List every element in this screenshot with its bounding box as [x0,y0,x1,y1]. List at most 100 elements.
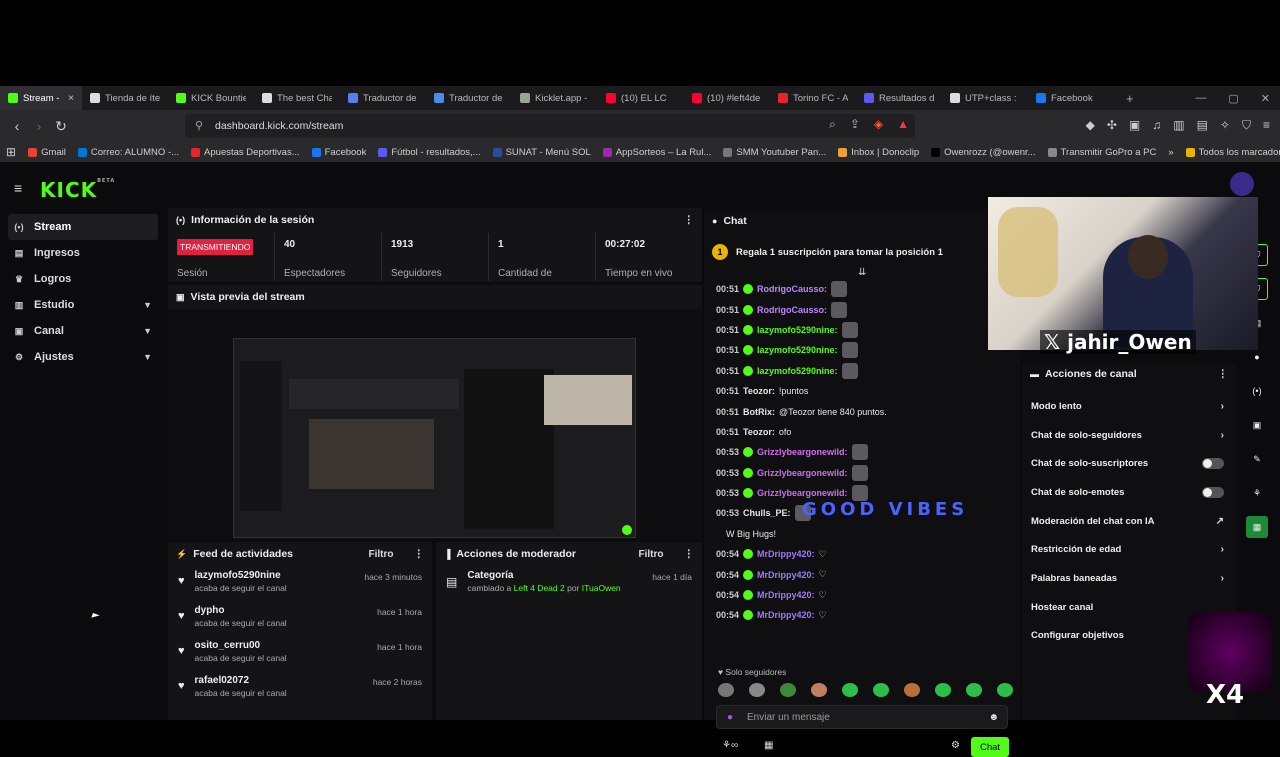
emote-icon[interactable] [749,683,765,697]
sidebar-item-estudio[interactable]: ▥ Estudio ▼ [8,292,158,318]
feed-username[interactable]: osito_cerru00 [195,640,287,651]
store-icon[interactable]: ▦ [764,740,773,751]
music-icon[interactable]: ♫ [1152,118,1161,133]
feed-menu-icon[interactable]: ⋮ [414,548,425,560]
browser-tab[interactable]: Traductor de [426,86,512,110]
feed-username[interactable]: lazymofo5290nine [195,570,287,581]
browser-tab[interactable]: Traductor de [340,86,426,110]
browser-tab[interactable]: UTP+class : [942,86,1028,110]
bookmark-item[interactable]: Transmitir GoPro a PC [1042,147,1163,158]
browser-tab[interactable]: (10) #left4de [684,86,770,110]
chevron-down-icon[interactable]: ▼ [143,352,152,362]
back-icon[interactable]: ‹ [6,118,28,134]
brave-rewards-icon[interactable]: ▲ [897,117,909,132]
chat-tools-icon[interactable]: ⚘∞ [722,740,738,751]
sidebar-item-ajustes[interactable]: ⚙ Ajustes ▼ [8,344,158,370]
bookmark-item[interactable]: Inbox | Donoclip [832,147,925,158]
mod-filter-button[interactable]: Filtro [639,549,664,560]
chevron-down-icon[interactable]: ▼ [143,326,152,336]
chat-username[interactable]: MrDrippy420: [757,549,815,559]
zoom-icon[interactable]: ⌕ [829,117,836,132]
share-icon[interactable]: ⚘ [1246,482,1268,504]
brave-shield-icon[interactable]: ◈ [874,117,883,132]
feed-filter-button[interactable]: Filtro [369,549,394,560]
browser-tab[interactable]: Tienda de íte [82,86,168,110]
browser-tab[interactable]: The best Cha [254,86,340,110]
emote-icon[interactable] [904,683,920,697]
shield-icon[interactable]: ⛉ [1242,118,1251,133]
emote-icon[interactable] [780,683,796,697]
channel-action-item[interactable]: Chat de solo-suscriptores [1022,449,1236,478]
emote-icon[interactable] [811,683,827,697]
close-window-icon[interactable]: ✕ [1261,92,1270,105]
extension-diamond-icon[interactable]: ◆ [1086,118,1095,133]
chat-username[interactable]: Chulls_PE: [743,508,791,518]
hamburger-menu-icon[interactable]: ≡ [14,180,22,196]
minimize-icon[interactable]: — [1195,92,1206,104]
tool-green-icon[interactable]: ▦ [1246,516,1268,538]
wallet-icon[interactable]: ▤ [1197,118,1208,133]
avatar[interactable] [1230,172,1254,196]
new-tab-icon[interactable]: + [1114,91,1146,106]
browser-tab[interactable]: Resultados d [856,86,942,110]
chat-username[interactable]: Teozor: [743,427,775,437]
bookmark-item[interactable]: Apuestas Deportivas... [185,147,306,158]
browser-tab[interactable]: Torino FC - A [770,86,856,110]
mod-item-game[interactable]: Left 4 Dead 2 [514,583,565,593]
extensions-icon[interactable]: ✣ [1107,118,1117,133]
chat-settings-icon[interactable]: ⚙ [951,740,960,751]
bookmarks-more-icon[interactable]: » [1162,147,1179,158]
send-chat-button[interactable]: Chat [971,737,1009,757]
actions-menu-icon[interactable]: ⋮ [1218,368,1229,380]
chat-username[interactable]: Grizzlybeargonewild: [757,488,848,498]
mod-item-user[interactable]: ITuaOwen [582,583,621,593]
browser-tab[interactable]: Kicklet.app - [512,86,598,110]
chat-username[interactable]: BotRix: [743,407,775,417]
wrench-icon[interactable]: ✎ [1246,448,1268,470]
menu-icon[interactable]: ≡ [1263,118,1270,133]
close-tab-icon[interactable]: × [68,93,74,104]
microphone-icon[interactable]: ● [727,712,733,723]
forward-icon[interactable]: › [28,118,50,134]
bookmark-item[interactable]: Correo: ALUMNO -... [72,147,185,158]
toggle-switch[interactable] [1202,486,1224,498]
emote-icon[interactable] [935,683,951,697]
channel-action-item[interactable]: Chat de solo-emotes [1022,478,1236,507]
chat-username[interactable]: lazymofo5290nine: [757,366,838,376]
emote-icon[interactable] [842,683,858,697]
bookmark-item[interactable]: Fútbol - resultados,... [372,147,486,158]
site-info-icon[interactable]: ⚲ [195,119,203,132]
bookmark-item[interactable]: AppSorteos – La Rul... [597,147,718,158]
mod-menu-icon[interactable]: ⋮ [684,548,695,560]
channel-action-item[interactable]: Restricción de edad › [1022,535,1236,564]
pinned-gift-banner[interactable]: 1 Regala 1 suscripción para tomar la pos… [712,239,1002,265]
emote-icon[interactable] [873,683,889,697]
chat-username[interactable]: MrDrippy420: [757,570,815,580]
toggle-switch[interactable] [1202,458,1224,470]
chevron-down-icon[interactable]: ▼ [143,300,152,310]
sidebar-item-logros[interactable]: ♛ Logros [8,266,158,292]
channel-action-item[interactable]: Modo lento › [1022,392,1236,421]
browser-tab[interactable]: KICK Bountie [168,86,254,110]
chat-username[interactable]: RodrigoCausso: [757,305,827,315]
share-icon[interactable]: ⇪ [850,117,860,132]
chat-username[interactable]: MrDrippy420: [757,590,815,600]
sidebar-item-stream[interactable]: (•) Stream [8,214,158,240]
chat-username[interactable]: lazymofo5290nine: [757,325,838,335]
apps-grid-icon[interactable]: ⊞ [0,145,22,159]
bookmark-item[interactable]: SUNAT - Menú SOL [487,147,597,158]
emoji-icon[interactable]: ☻ [988,712,999,723]
chat-username[interactable]: Grizzlybeargonewild: [757,468,848,478]
sidebar-item-canal[interactable]: ▣ Canal ▼ [8,318,158,344]
vpn-icon[interactable]: ✧ [1220,118,1230,133]
maximize-icon[interactable]: ▢ [1228,92,1238,105]
channel-action-item[interactable]: Moderación del chat con IA ↗ [1022,507,1236,536]
chat-username[interactable]: lazymofo5290nine: [757,345,838,355]
layout-icon[interactable]: ▣ [1246,414,1268,436]
emote-icon[interactable] [718,683,734,697]
browser-tab[interactable]: Stream - × [0,86,82,110]
browser-tab[interactable]: (10) EL LC [598,86,684,110]
chat-username[interactable]: Grizzlybeargonewild: [757,447,848,457]
channel-action-item[interactable]: Chat de solo-seguidores › [1022,421,1236,450]
sidebar-item-ingresos[interactable]: ▤ Ingresos [8,240,158,266]
